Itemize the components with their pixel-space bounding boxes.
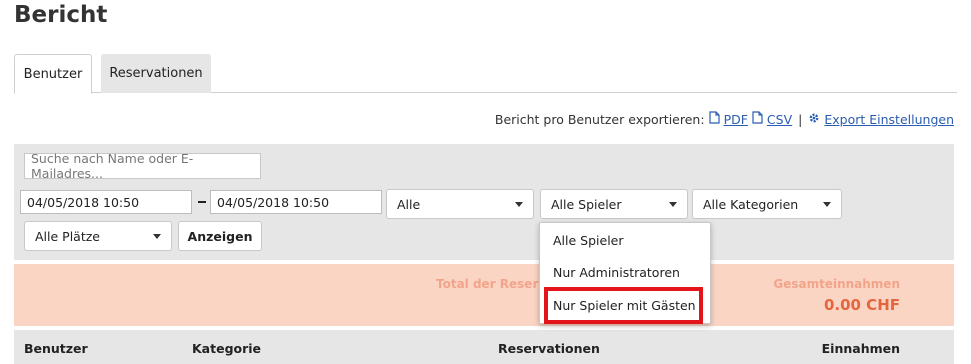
player-type-select[interactable]: Alle Spieler [540,189,688,219]
player-type-dropdown-menu: Alle Spieler Nur Administratoren Nur Spi… [539,222,711,324]
caret-down-icon [153,233,161,239]
column-header-benutzer[interactable]: Benutzer [24,341,88,356]
player-type-select-value: Alle Spieler [551,196,622,212]
status-select-value: Alle [397,196,421,212]
total-reservations-label: Total der Reserv [436,277,547,291]
caret-down-icon [515,201,523,207]
filter-panel: Suche nach Name oder E-Mailadres... 04/0… [14,144,954,260]
tab-reservationen[interactable]: Reservationen [101,54,211,93]
summary-panel: Total der Reserv Gesamteinnahmen 0.00 CH… [14,264,954,326]
date-to-input[interactable]: 04/05/2018 10:50 [210,190,382,214]
export-settings-link[interactable]: Export Einstellungen [824,112,954,127]
export-row: Bericht pro Benutzer exportieren: PDF CS… [495,111,954,127]
table-header: Benutzer Kategorie Reservationen Einnahm… [14,330,954,364]
page-title: Bericht [14,2,108,28]
court-select-value: Alle Plätze [35,228,100,244]
export-label: Bericht pro Benutzer exportieren: [494,111,705,127]
category-select-value: Alle Kategorien [703,196,799,212]
date-range-dash [198,201,206,203]
date-from-input[interactable]: 04/05/2018 10:50 [20,190,192,214]
file-icon [752,111,763,127]
court-select[interactable]: Alle Plätze [24,221,172,251]
caret-down-icon [823,201,831,207]
file-icon [708,111,720,127]
dropdown-option-players-with-guests[interactable]: Nur Spieler mit Gästen [553,298,696,313]
export-separator: | [798,111,803,127]
show-button[interactable]: Anzeigen [178,221,262,251]
export-pdf-link[interactable]: PDF [724,112,748,127]
dropdown-option-all-players[interactable]: Alle Spieler [553,233,624,248]
tab-benutzer[interactable]: Benutzer [14,54,92,94]
total-income-value: 0.00 CHF [823,296,900,314]
dropdown-option-admins-only[interactable]: Nur Administratoren [553,265,680,280]
total-income-label: Gesamteinnahmen [773,277,900,291]
tab-bar: Benutzer Reservationen [14,54,957,94]
column-header-einnahmen[interactable]: Einnahmen [822,341,900,356]
export-csv-link[interactable]: CSV [767,112,792,127]
search-input[interactable]: Suche nach Name oder E-Mailadres... [24,151,261,181]
caret-down-icon [669,201,677,207]
gear-icon [808,112,820,127]
category-select[interactable]: Alle Kategorien [692,189,842,219]
column-header-kategorie[interactable]: Kategorie [192,341,261,356]
status-select[interactable]: Alle [386,189,534,219]
column-header-reservationen[interactable]: Reservationen [498,341,600,356]
